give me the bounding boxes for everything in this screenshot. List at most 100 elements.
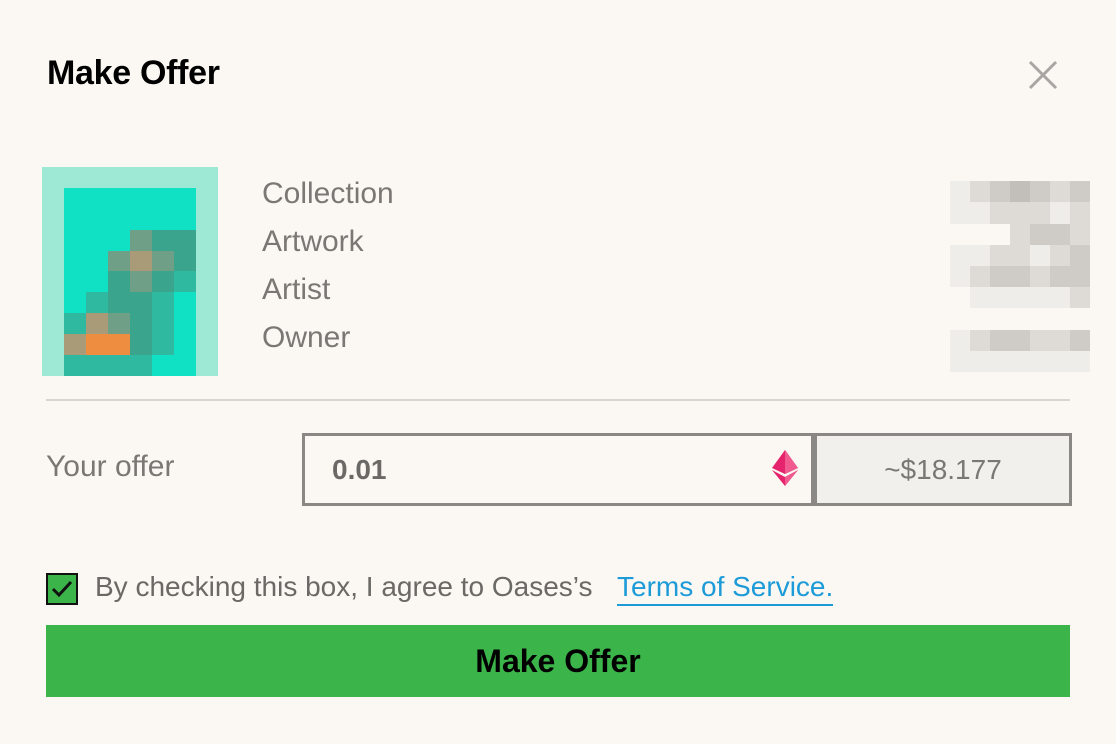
thumbnail-pixel <box>86 313 108 335</box>
thumbnail-pixel <box>42 187 64 209</box>
thumbnail-pixel <box>130 334 152 356</box>
thumbnail-pixel <box>196 208 218 230</box>
redacted-pixel <box>1030 244 1050 266</box>
redacted-pixel <box>930 266 950 288</box>
redacted-pixel <box>950 244 970 266</box>
redacted-pixel <box>1070 160 1090 182</box>
redacted-pixel <box>1030 329 1050 351</box>
thumbnail-pixel <box>174 229 196 251</box>
thumbnail-pixel <box>196 292 218 314</box>
redacted-pixel <box>1010 223 1030 245</box>
thumbnail-pixel <box>174 292 196 314</box>
make-offer-modal: Make Offer Collection Artwork Artist Own… <box>0 0 1116 744</box>
thumbnail-pixel <box>152 229 174 251</box>
offer-amount-field[interactable] <box>302 433 814 506</box>
ethereum-icon <box>772 450 798 486</box>
thumbnail-pixel <box>108 229 130 251</box>
thumbnail-pixel <box>196 250 218 272</box>
redacted-pixel <box>970 244 990 266</box>
thumbnail-pixel <box>86 229 108 251</box>
terms-of-service-link[interactable]: Terms of Service. <box>617 571 834 606</box>
thumbnail-pixel <box>108 250 130 272</box>
divider <box>46 399 1070 401</box>
redacted-pixel <box>990 266 1010 288</box>
redacted-pixel <box>1030 287 1050 309</box>
thumbnail-pixel <box>130 355 152 376</box>
modal-title: Make Offer <box>47 54 220 92</box>
terms-checkbox[interactable] <box>46 573 78 605</box>
redacted-pixel <box>1070 223 1090 245</box>
thumbnail-pixel <box>86 208 108 230</box>
terms-agreement-text: By checking this box, I agree to Oases’s <box>95 571 593 602</box>
redacted-pixel <box>930 244 950 266</box>
thumbnail-pixel <box>108 167 130 188</box>
redacted-pixel <box>1010 202 1030 224</box>
usd-estimate: ~$18.177 <box>814 433 1072 506</box>
redacted-pixel <box>990 181 1010 203</box>
redacted-pixel <box>990 308 1010 330</box>
thumbnail-pixel <box>42 208 64 230</box>
owner-label: Owner <box>262 321 351 354</box>
thumbnail-pixel <box>152 355 174 376</box>
thumbnail-pixel <box>174 355 196 376</box>
thumbnail-pixel <box>196 167 218 188</box>
thumbnail-pixel <box>108 271 130 293</box>
make-offer-button[interactable]: Make Offer <box>46 625 1070 697</box>
redacted-pixel <box>990 202 1010 224</box>
thumbnail-pixel <box>130 187 152 209</box>
thumbnail-pixel <box>86 334 108 356</box>
redacted-pixel <box>1070 350 1090 372</box>
redacted-pixel <box>1050 160 1070 182</box>
thumbnail-pixel <box>174 250 196 272</box>
redacted-detail-values <box>930 160 1090 372</box>
thumbnail-pixel <box>174 334 196 356</box>
redacted-pixel <box>990 350 1010 372</box>
thumbnail-pixel <box>64 334 86 356</box>
thumbnail-pixel <box>130 313 152 335</box>
thumbnail-pixel <box>42 250 64 272</box>
thumbnail-pixel <box>196 271 218 293</box>
redacted-pixel <box>1050 266 1070 288</box>
thumbnail-pixel <box>174 167 196 188</box>
redacted-pixel <box>970 287 990 309</box>
offer-amount-input[interactable] <box>305 436 772 503</box>
thumbnail-pixel <box>108 355 130 376</box>
redacted-pixel <box>1010 350 1030 372</box>
thumbnail-pixel <box>42 292 64 314</box>
redacted-pixel <box>1070 181 1090 203</box>
redacted-pixel <box>1050 223 1070 245</box>
thumbnail-pixel <box>86 355 108 376</box>
thumbnail-pixel <box>196 229 218 251</box>
redacted-pixel <box>990 329 1010 351</box>
thumbnail-pixel <box>64 167 86 188</box>
thumbnail-pixel <box>196 334 218 356</box>
redacted-pixel <box>990 244 1010 266</box>
redacted-pixel <box>1030 308 1050 330</box>
thumbnail-pixel <box>196 313 218 335</box>
redacted-pixel <box>970 202 990 224</box>
redacted-pixel <box>970 160 990 182</box>
offer-label: Your offer <box>46 450 175 483</box>
redacted-pixel <box>930 287 950 309</box>
thumbnail-pixel <box>64 313 86 335</box>
redacted-pixel <box>1050 244 1070 266</box>
thumbnail-pixel <box>42 229 64 251</box>
redacted-pixel <box>950 350 970 372</box>
redacted-pixel <box>970 308 990 330</box>
redacted-pixel <box>1030 181 1050 203</box>
thumbnail-pixel <box>174 313 196 335</box>
redacted-pixel <box>1070 308 1090 330</box>
thumbnail-pixel <box>152 292 174 314</box>
redacted-pixel <box>1070 266 1090 288</box>
thumbnail-pixel <box>130 271 152 293</box>
redacted-pixel <box>930 160 950 182</box>
redacted-pixel <box>1030 350 1050 372</box>
artist-label: Artist <box>262 273 331 306</box>
thumbnail-pixel <box>152 187 174 209</box>
close-icon[interactable] <box>1026 58 1060 92</box>
artwork-thumbnail <box>42 167 218 376</box>
redacted-pixel <box>1010 266 1030 288</box>
thumbnail-pixel <box>64 271 86 293</box>
redacted-pixel <box>930 181 950 203</box>
thumbnail-pixel <box>86 187 108 209</box>
